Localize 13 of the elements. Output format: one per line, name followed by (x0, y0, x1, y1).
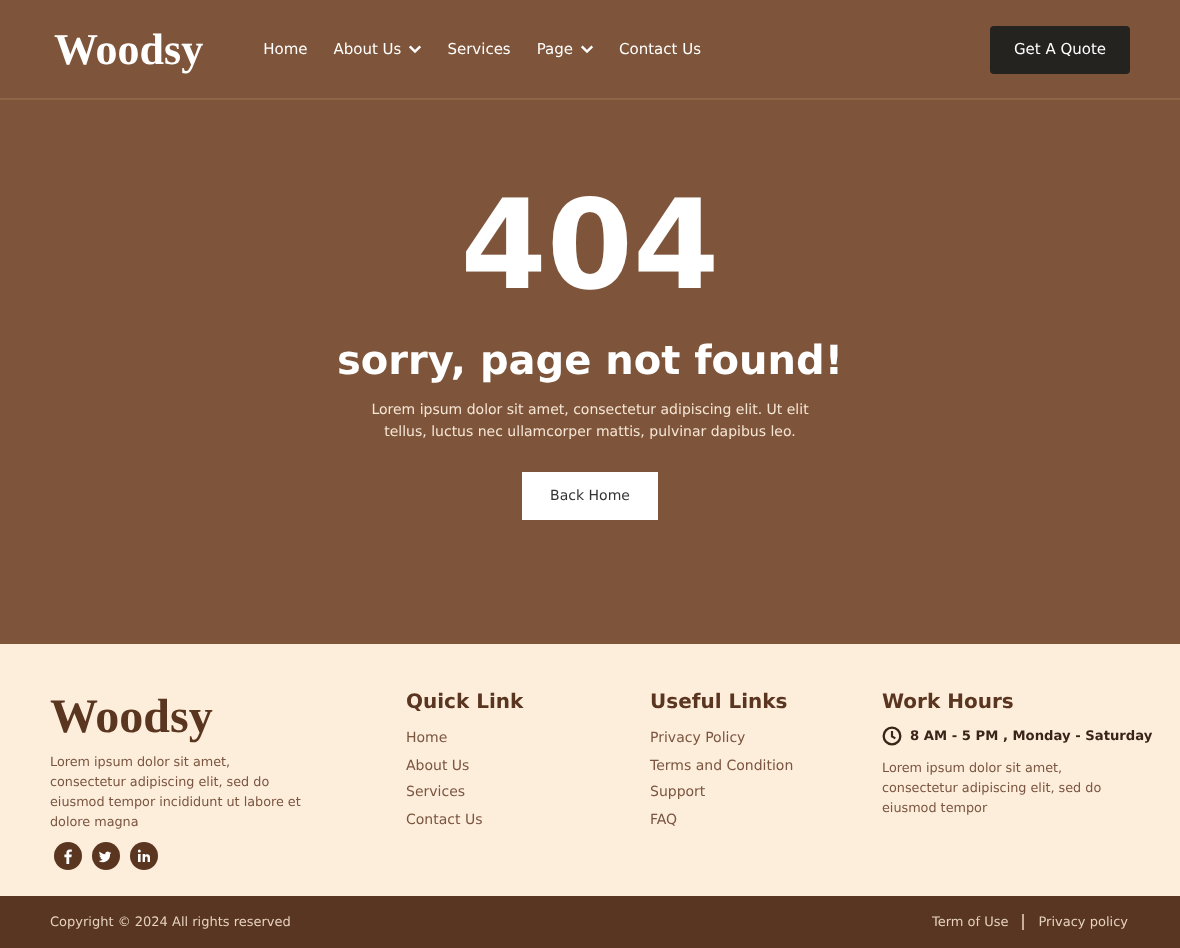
footer-heading: Work Hours (882, 692, 1016, 714)
logo[interactable]: Woodsy (54, 23, 204, 75)
caret-icon (407, 44, 422, 54)
footer-heading: Quick Link (406, 692, 526, 714)
footer-heading: Useful Links (650, 692, 790, 714)
linkedin-icon[interactable] (130, 842, 158, 870)
footer-logo[interactable]: Woodsy (50, 692, 406, 744)
caret-icon (579, 44, 594, 54)
error-title: sorry, page not found! (337, 336, 843, 384)
facebook-icon[interactable] (54, 842, 82, 870)
error-code: 404 (460, 170, 720, 322)
twitter-icon[interactable] (92, 842, 120, 870)
clock-icon (882, 726, 902, 746)
